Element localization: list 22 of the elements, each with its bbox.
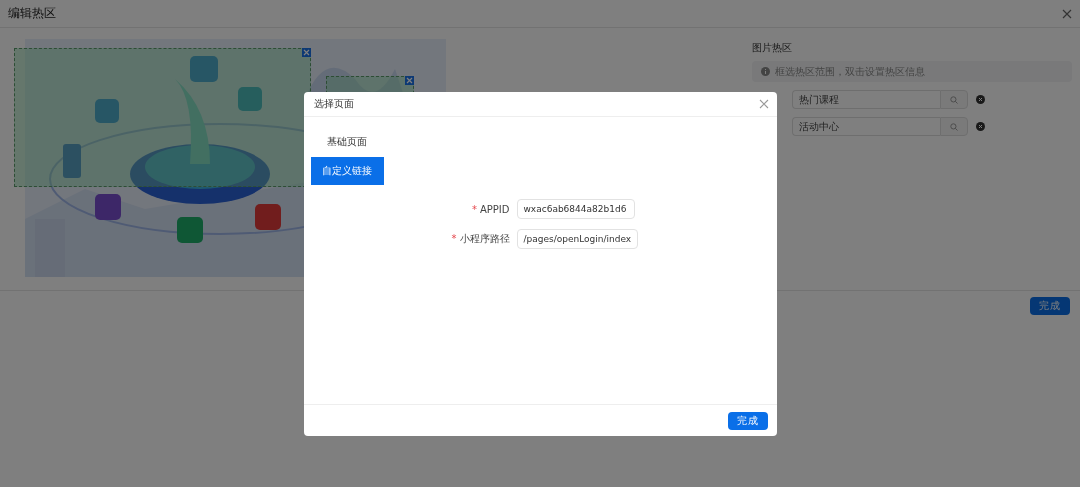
field-label: * APPID (470, 203, 510, 215)
remove-icon[interactable] (976, 122, 985, 131)
search-button[interactable] (940, 117, 968, 136)
confirm-button[interactable]: 完成 (727, 411, 768, 430)
link-field[interactable]: 活动中心 (792, 117, 940, 136)
link-field[interactable]: 热门课程 (792, 90, 940, 109)
input-field[interactable]: /pages/openLogin/index (516, 229, 639, 249)
search-icon (950, 122, 958, 131)
input-field[interactable]: wxac6ab6844a82b1d6 (516, 199, 635, 219)
remove-icon[interactable] (976, 95, 985, 104)
close-icon[interactable] (758, 99, 769, 109)
dialog-title: 选择页面 (313, 97, 354, 111)
info-icon (761, 67, 770, 76)
tab[interactable]: 自定义链接 (310, 157, 384, 185)
search-icon (950, 95, 958, 104)
tab[interactable]: 基础页面 (310, 129, 384, 155)
page-title: 编辑热区 (8, 5, 56, 22)
done-button[interactable]: 完成 (1030, 297, 1070, 315)
close-icon[interactable] (1062, 8, 1072, 19)
panel-title: 图片热区 (752, 41, 793, 55)
search-button[interactable] (940, 90, 968, 109)
field-label: * 小程序路径 (450, 232, 510, 246)
